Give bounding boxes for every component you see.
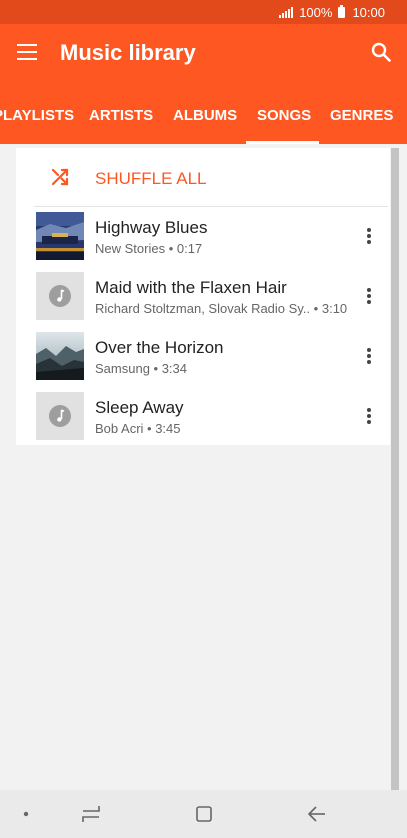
scrollbar[interactable] [391, 148, 399, 790]
song-title: Sleep Away [95, 398, 184, 417]
album-art [36, 212, 84, 260]
more-options-icon[interactable] [363, 346, 375, 366]
tab-albums[interactable]: ALBUMS [173, 84, 237, 144]
search-icon[interactable] [371, 42, 391, 62]
song-meta: Richard Stoltzman, Slovak Radio Sy.. • 3… [95, 301, 348, 316]
menu-icon[interactable] [17, 44, 37, 60]
recent-apps-icon[interactable] [79, 802, 103, 826]
more-options-icon[interactable] [363, 406, 375, 426]
song-meta: Bob Acri • 3:45 [95, 421, 181, 436]
app-bar: Music library [0, 24, 407, 84]
tab-genres[interactable]: GENRES [330, 84, 393, 144]
back-icon[interactable] [305, 802, 329, 826]
signal-icon [279, 6, 294, 18]
tab-playlists[interactable]: PLAYLISTS [0, 84, 74, 144]
song-item-highway-blues[interactable]: Highway Blues New Stories • 0:17 [16, 206, 390, 266]
song-title: Maid with the Flaxen Hair [95, 278, 287, 297]
selected-tab-indicator [246, 141, 319, 144]
battery-percent: 100% [299, 4, 333, 20]
home-icon[interactable] [192, 802, 216, 826]
system-navigation-bar [0, 790, 407, 838]
song-meta: Samsung • 3:34 [95, 361, 187, 376]
shuffle-all-button[interactable]: SHUFFLE ALL [16, 148, 390, 206]
song-item-sleep-away[interactable]: Sleep Away Bob Acri • 3:45 [16, 386, 390, 446]
dot-icon[interactable] [14, 802, 38, 826]
song-item-maid-with-the-flaxen-hair[interactable]: Maid with the Flaxen Hair Richard Stoltz… [16, 266, 390, 326]
album-art [36, 332, 84, 380]
song-item-over-the-horizon[interactable]: Over the Horizon Samsung • 3:34 [16, 326, 390, 386]
battery-icon [338, 4, 346, 18]
tab-bar: PLAYLISTS ARTISTS ALBUMS SONGS GENRES [0, 84, 407, 144]
music-note-placeholder-icon [36, 392, 84, 440]
music-note-placeholder-icon [36, 272, 84, 320]
more-options-icon[interactable] [363, 226, 375, 246]
shuffle-all-label: SHUFFLE ALL [95, 169, 207, 188]
song-title: Highway Blues [95, 218, 208, 237]
page-title: Music library [60, 40, 196, 65]
clock: 10:00 [352, 4, 385, 20]
tab-artists[interactable]: ARTISTS [89, 84, 153, 144]
shuffle-icon [51, 168, 69, 186]
more-options-icon[interactable] [363, 286, 375, 306]
status-bar: 100% 10:00 [0, 0, 407, 24]
song-list: SHUFFLE ALL Highway Blues New Stories • … [16, 148, 390, 445]
song-meta: New Stories • 0:17 [95, 241, 203, 256]
song-title: Over the Horizon [95, 338, 224, 357]
tab-songs[interactable]: SONGS [257, 84, 311, 144]
